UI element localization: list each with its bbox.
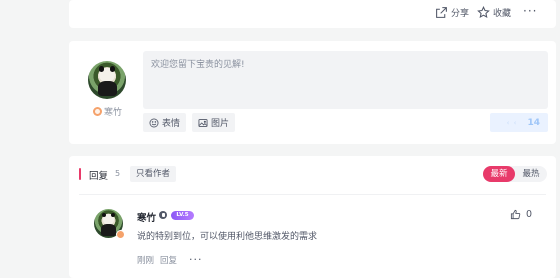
author-only-button[interactable]: 只看作者: [130, 166, 177, 182]
emoji-button[interactable]: 表情: [143, 113, 187, 132]
sort-switch: 最新 最热: [483, 166, 547, 182]
current-user-label: 寒竹: [93, 105, 122, 118]
emoji-label: 表情: [162, 119, 181, 129]
verified-user-icon: [159, 211, 167, 219]
like-count: 0: [526, 209, 533, 220]
favorite-button[interactable]: 收藏: [477, 6, 511, 19]
share-icon: [436, 7, 447, 18]
send-arrow: ‹ ‹: [506, 118, 518, 127]
image-button[interactable]: 图片: [192, 113, 236, 132]
avatar[interactable]: [88, 61, 126, 99]
avatar-badge-icon: [116, 230, 125, 239]
sort-hottest-tab[interactable]: 最热: [515, 166, 547, 182]
comment-input[interactable]: 欢迎您留下宝贵的见解!: [143, 51, 548, 109]
smile-icon: [149, 118, 159, 127]
user-level-icon: [93, 107, 102, 116]
reply-username[interactable]: 寒竹: [137, 210, 156, 224]
article-actions-card: 分享 收藏 ···: [69, 0, 556, 28]
replies-title: 回复: [89, 171, 109, 182]
share-label: 分享: [451, 9, 470, 19]
thumbs-up-icon: [510, 209, 521, 220]
reply-more-button[interactable]: ···: [189, 253, 203, 266]
like-button[interactable]: 0: [510, 209, 532, 220]
star-icon: [477, 6, 490, 18]
favorite-label: 收藏: [493, 9, 512, 19]
replies-count: 5: [115, 169, 121, 178]
reply-link[interactable]: 回复: [160, 254, 177, 266]
image-label: 图片: [211, 119, 230, 129]
replies-card: 回复 5 只看作者 最新 最热 寒竹 LV.5 说的特别到位，可以使用利他思维激…: [69, 156, 556, 278]
sort-latest-tab[interactable]: 最新: [483, 166, 515, 182]
send-count: 14: [527, 117, 540, 128]
image-icon: [198, 118, 208, 127]
comment-placeholder: 欢迎您留下宝贵的见解!: [151, 60, 245, 70]
reply-content: 说的特别到位，可以使用利他思维激发的需求: [137, 232, 318, 242]
section-accent-bar: [79, 168, 81, 180]
reply-meta: 刚刚 回复 ···: [137, 253, 203, 266]
more-options-button[interactable]: ···: [523, 4, 537, 18]
divider: [79, 194, 546, 195]
current-username: 寒竹: [104, 108, 123, 118]
comment-editor-card: 寒竹 欢迎您留下宝贵的见解! 表情 图片 ‹ ‹ 14: [69, 41, 556, 144]
reply-time: 刚刚: [137, 255, 155, 266]
send-button[interactable]: ‹ ‹ 14: [490, 113, 548, 132]
level-badge: LV.5: [171, 211, 194, 220]
share-button[interactable]: 分享: [435, 6, 469, 19]
